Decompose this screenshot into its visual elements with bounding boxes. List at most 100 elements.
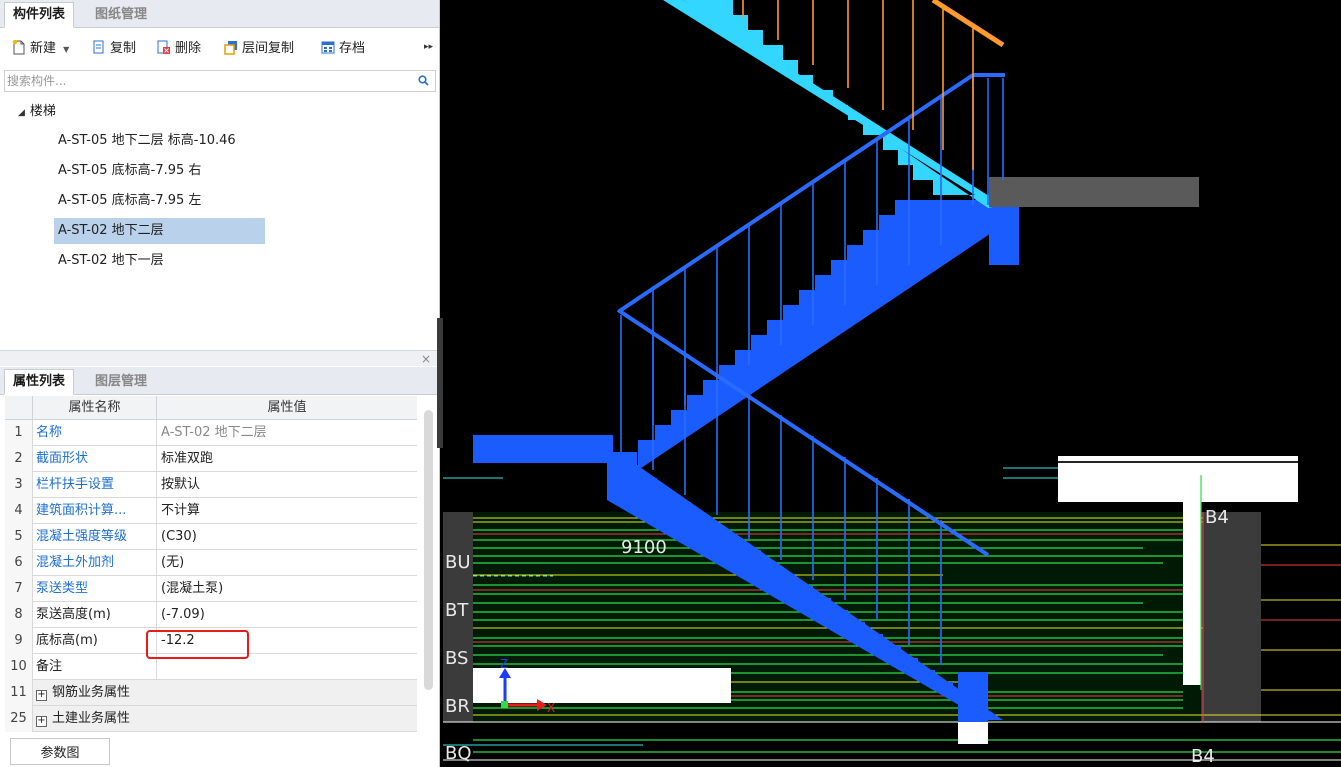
3d-viewport[interactable]: 9100 BU BT BS BR BQ B4 B4 Z X [443, 0, 1341, 767]
property-name: 备注 [33, 654, 157, 680]
panel-splitter[interactable]: × [0, 350, 439, 366]
row-number: 1 [5, 420, 33, 446]
tree-item[interactable]: A-ST-05 地下二层 标高-10.46 [54, 129, 240, 153]
property-value[interactable]: (-7.09) [157, 602, 417, 628]
copy-icon [92, 40, 106, 55]
bottom-elevation-value[interactable]: -12.2 [157, 628, 417, 654]
property-row[interactable]: 5 混凝土强度等级 (C30) [5, 524, 417, 550]
tab-drawing-management[interactable]: 图纸管理 [86, 2, 156, 28]
tree-item-selected[interactable]: A-ST-02 地下二层 [54, 218, 265, 244]
axis-label: BR [445, 696, 470, 717]
property-row[interactable]: 3 栏杆扶手设置 按默认 [5, 472, 417, 498]
property-value[interactable] [157, 654, 417, 680]
property-value[interactable]: A-ST-02 地下二层 [157, 420, 417, 446]
row-number: 2 [5, 446, 33, 472]
property-value[interactable]: (混凝土泵) [157, 576, 417, 602]
axis-label: BU [445, 552, 471, 573]
component-tree: ◢ 楼梯 A-ST-05 地下二层 标高-10.46 A-ST-05 底标高-7.… [0, 96, 439, 346]
property-value[interactable]: (C30) [157, 524, 417, 550]
component-tabbar: 构件列表 图纸管理 [0, 0, 439, 28]
property-value[interactable]: (无) [157, 550, 417, 576]
property-name: 混凝土外加剂 [33, 550, 157, 576]
property-group-name: + 钢筋业务属性 [33, 680, 417, 706]
row-number: 7 [5, 576, 33, 602]
property-row[interactable]: 7 泵送类型 (混凝土泵) [5, 576, 417, 602]
axis-label: B4 [1205, 507, 1229, 528]
axis-label: BT [445, 600, 469, 621]
property-name: 截面形状 [33, 446, 157, 472]
axis-label: BS [445, 648, 468, 669]
row-number: 25 [5, 706, 33, 732]
expand-plus-icon[interactable]: + [36, 716, 47, 727]
axis-z-label: Z [500, 657, 508, 671]
new-button-label: 新建 [30, 41, 57, 56]
property-value[interactable]: 按默认 [157, 472, 417, 498]
upper-railing [742, 0, 1005, 170]
toolbar-overflow-icon[interactable]: ▸▸ [424, 42, 433, 52]
close-icon[interactable]: × [421, 352, 431, 366]
property-value[interactable]: 不计算 [157, 498, 417, 524]
property-name: 建筑面积计算... [33, 498, 157, 524]
tree-item[interactable]: A-ST-05 底标高-7.95 右 [54, 159, 205, 183]
axis-label: BQ [445, 743, 472, 764]
search-input[interactable] [7, 71, 407, 91]
search-icon[interactable] [418, 75, 429, 86]
delete-icon [157, 40, 171, 55]
tree-root-label: 楼梯 [29, 104, 56, 119]
row-number: 5 [5, 524, 33, 550]
floor-copy-icon [224, 40, 238, 55]
row-number: 8 [5, 602, 33, 628]
property-name: 名称 [33, 420, 157, 446]
property-row[interactable]: 1 名称 A-ST-02 地下二层 [5, 420, 417, 446]
tab-component-list[interactable]: 构件列表 [4, 2, 75, 28]
property-group-name: + 土建业务属性 [33, 706, 417, 732]
property-grid-header: 属性名称 属性值 [5, 396, 417, 420]
tab-property-list[interactable]: 属性列表 [4, 369, 75, 395]
property-row[interactable]: 9 底标高(m) -12.2 [5, 628, 417, 654]
property-name: 混凝土强度等级 [33, 524, 157, 550]
upper-stair-flight [663, 0, 1003, 208]
copy-button[interactable]: 复制 [92, 39, 136, 59]
row-number: 11 [5, 680, 33, 706]
expand-plus-icon[interactable]: + [36, 690, 47, 701]
property-row[interactable]: 2 截面形状 标准双跑 [5, 446, 417, 472]
new-button[interactable]: 新建 ▼ [12, 39, 69, 59]
row-number: 9 [5, 628, 33, 654]
component-toolbar: 新建 ▼ 复制 删除 层间复制 存档 ▸▸ [0, 30, 439, 68]
property-row[interactable]: 8 泵送高度(m) (-7.09) [5, 602, 417, 628]
search-box [4, 70, 436, 92]
collapse-arrow-icon[interactable]: ◢ [18, 108, 25, 118]
property-tabbar: 属性列表 图层管理 [0, 367, 439, 395]
property-row[interactable]: 6 混凝土外加剂 (无) [5, 550, 417, 576]
property-group-row[interactable]: 11 + 钢筋业务属性 [5, 680, 417, 706]
property-value[interactable]: 标准双跑 [157, 446, 417, 472]
property-name: 栏杆扶手设置 [33, 472, 157, 498]
archive-button[interactable]: 存档 [321, 39, 365, 59]
row-number: 6 [5, 550, 33, 576]
cad-grid-lines [443, 456, 1341, 761]
delete-button[interactable]: 删除 [157, 39, 201, 59]
property-row[interactable]: 10 备注 [5, 654, 417, 680]
row-number: 10 [5, 654, 33, 680]
left-panel: 构件列表 图纸管理 新建 ▼ 复制 删除 层间复制 存档 ▸▸ 搜索构件... … [0, 0, 440, 767]
archive-icon [321, 40, 335, 55]
middle-stair-flight [638, 200, 1019, 470]
new-file-icon [12, 39, 26, 55]
property-group-row[interactable]: 25 + 土建业务属性 [5, 706, 417, 732]
tree-item[interactable]: A-ST-02 地下一层 [54, 249, 168, 273]
row-number: 3 [5, 472, 33, 498]
floor-copy-button[interactable]: 层间复制 [224, 39, 294, 59]
axis-x-label: X [547, 701, 555, 715]
landing-slab [989, 177, 1199, 207]
property-row[interactable]: 4 建筑面积计算... 不计算 [5, 498, 417, 524]
axis-label: B4 [1191, 746, 1215, 767]
property-name: 泵送类型 [33, 576, 157, 602]
tree-root-stairs[interactable]: ◢ 楼梯 [14, 100, 60, 124]
tab-layer-management[interactable]: 图层管理 [86, 369, 156, 395]
property-group-label: 钢筋业务属性 [52, 685, 131, 700]
parameter-diagram-button[interactable]: 参数图 [10, 738, 110, 765]
floor-copy-button-label: 层间复制 [242, 41, 295, 56]
new-dropdown-icon[interactable]: ▼ [63, 45, 69, 54]
property-scrollbar[interactable] [424, 410, 433, 690]
tree-item[interactable]: A-ST-05 底标高-7.95 左 [54, 189, 205, 213]
